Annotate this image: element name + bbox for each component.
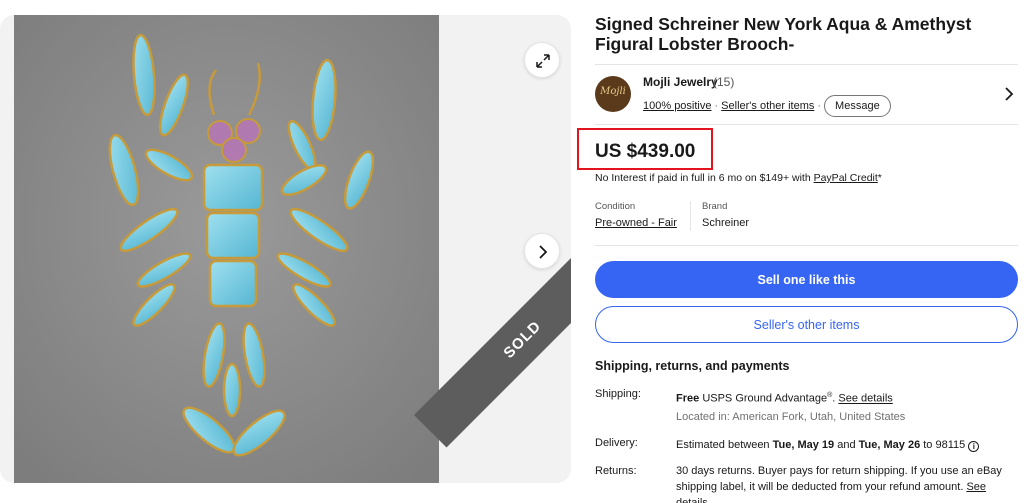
shipping-label: Shipping: bbox=[595, 388, 641, 400]
condition-value[interactable]: Pre-owned - Fair bbox=[595, 217, 677, 229]
seller-name[interactable]: Mojli Jewelry bbox=[643, 75, 718, 89]
next-image-button[interactable] bbox=[524, 233, 560, 269]
seller-feedback-count: (15) bbox=[713, 75, 735, 89]
delivery-and: and bbox=[834, 439, 859, 451]
product-photo[interactable] bbox=[14, 15, 439, 483]
listing-title: Signed Schreiner New York Aqua & Amethys… bbox=[595, 14, 972, 54]
avatar-logo-text: Mojli bbox=[600, 86, 626, 97]
chevron-right-icon[interactable] bbox=[1004, 87, 1014, 101]
info-icon[interactable]: i bbox=[968, 441, 980, 452]
delivery-value: Estimated between Tue, May 19 and Tue, M… bbox=[676, 437, 1018, 453]
shipping-free: Free bbox=[676, 392, 700, 405]
expand-icon bbox=[536, 54, 550, 68]
sell-one-like-this-button[interactable]: Sell one like this bbox=[595, 261, 1018, 298]
price: US $439.00 bbox=[595, 141, 696, 162]
seller-positive-link[interactable]: 100% positive bbox=[643, 100, 712, 112]
separator-dot: · bbox=[817, 100, 822, 112]
divider bbox=[595, 64, 1018, 65]
message-button[interactable]: Message bbox=[824, 95, 891, 117]
condition-label: Condition bbox=[595, 201, 636, 212]
image-gallery: SOLD bbox=[0, 15, 571, 483]
brand-label: Brand bbox=[702, 201, 728, 212]
paypal-suffix: * bbox=[877, 172, 882, 184]
seller-avatar[interactable]: Mojli bbox=[595, 76, 631, 112]
delivery-suffix: to 98115 bbox=[920, 439, 969, 451]
returns-label: Returns: bbox=[595, 465, 637, 477]
delivery-start: Tue, May 19 bbox=[772, 439, 835, 451]
delivery-prefix: Estimated between bbox=[676, 439, 773, 451]
divider bbox=[595, 245, 1018, 246]
seller-links: 100% positive · Seller's other items · M… bbox=[643, 95, 891, 117]
listing-details: Signed Schreiner New York Aqua & Amethys… bbox=[577, 0, 1024, 503]
shipping-details-link[interactable]: See details bbox=[838, 393, 892, 405]
paypal-credit-note: No Interest if paid in full in 6 mo on $… bbox=[595, 172, 882, 184]
shipping-heading: Shipping, returns, and payments bbox=[595, 359, 790, 373]
divider bbox=[595, 124, 1018, 125]
sold-label: SOLD bbox=[500, 317, 545, 362]
divider bbox=[690, 201, 691, 231]
registered-mark: ® bbox=[827, 392, 833, 399]
seller-other-items-link[interactable]: Seller's other items bbox=[721, 100, 814, 112]
separator-dot: · bbox=[714, 100, 719, 112]
delivery-end: Tue, May 26 bbox=[858, 439, 921, 451]
expand-image-button[interactable] bbox=[524, 42, 560, 78]
brand-value: Schreiner bbox=[702, 217, 750, 229]
sellers-other-items-button[interactable]: Seller's other items bbox=[595, 306, 1018, 343]
lobster-brooch-image bbox=[14, 15, 439, 483]
shipping-service: USPS Ground Advantage bbox=[702, 392, 828, 405]
returns-value: 30 days returns. Buyer pays for return s… bbox=[676, 463, 1018, 503]
returns-text: 30 days returns. Buyer pays for return s… bbox=[676, 465, 1002, 493]
delivery-label: Delivery: bbox=[595, 437, 638, 449]
paypal-prefix: No Interest if paid in full in 6 mo on $… bbox=[595, 172, 814, 184]
paypal-credit-link[interactable]: PayPal Credit bbox=[814, 172, 878, 184]
seller-card[interactable]: Mojli Mojli Jewelry (15) 100% positive ·… bbox=[595, 73, 1018, 117]
chevron-right-icon bbox=[539, 245, 548, 259]
item-location: Located in: American Fork, Utah, United … bbox=[676, 411, 906, 423]
shipping-value: Free USPS Ground Advantage®. See details bbox=[676, 392, 893, 405]
